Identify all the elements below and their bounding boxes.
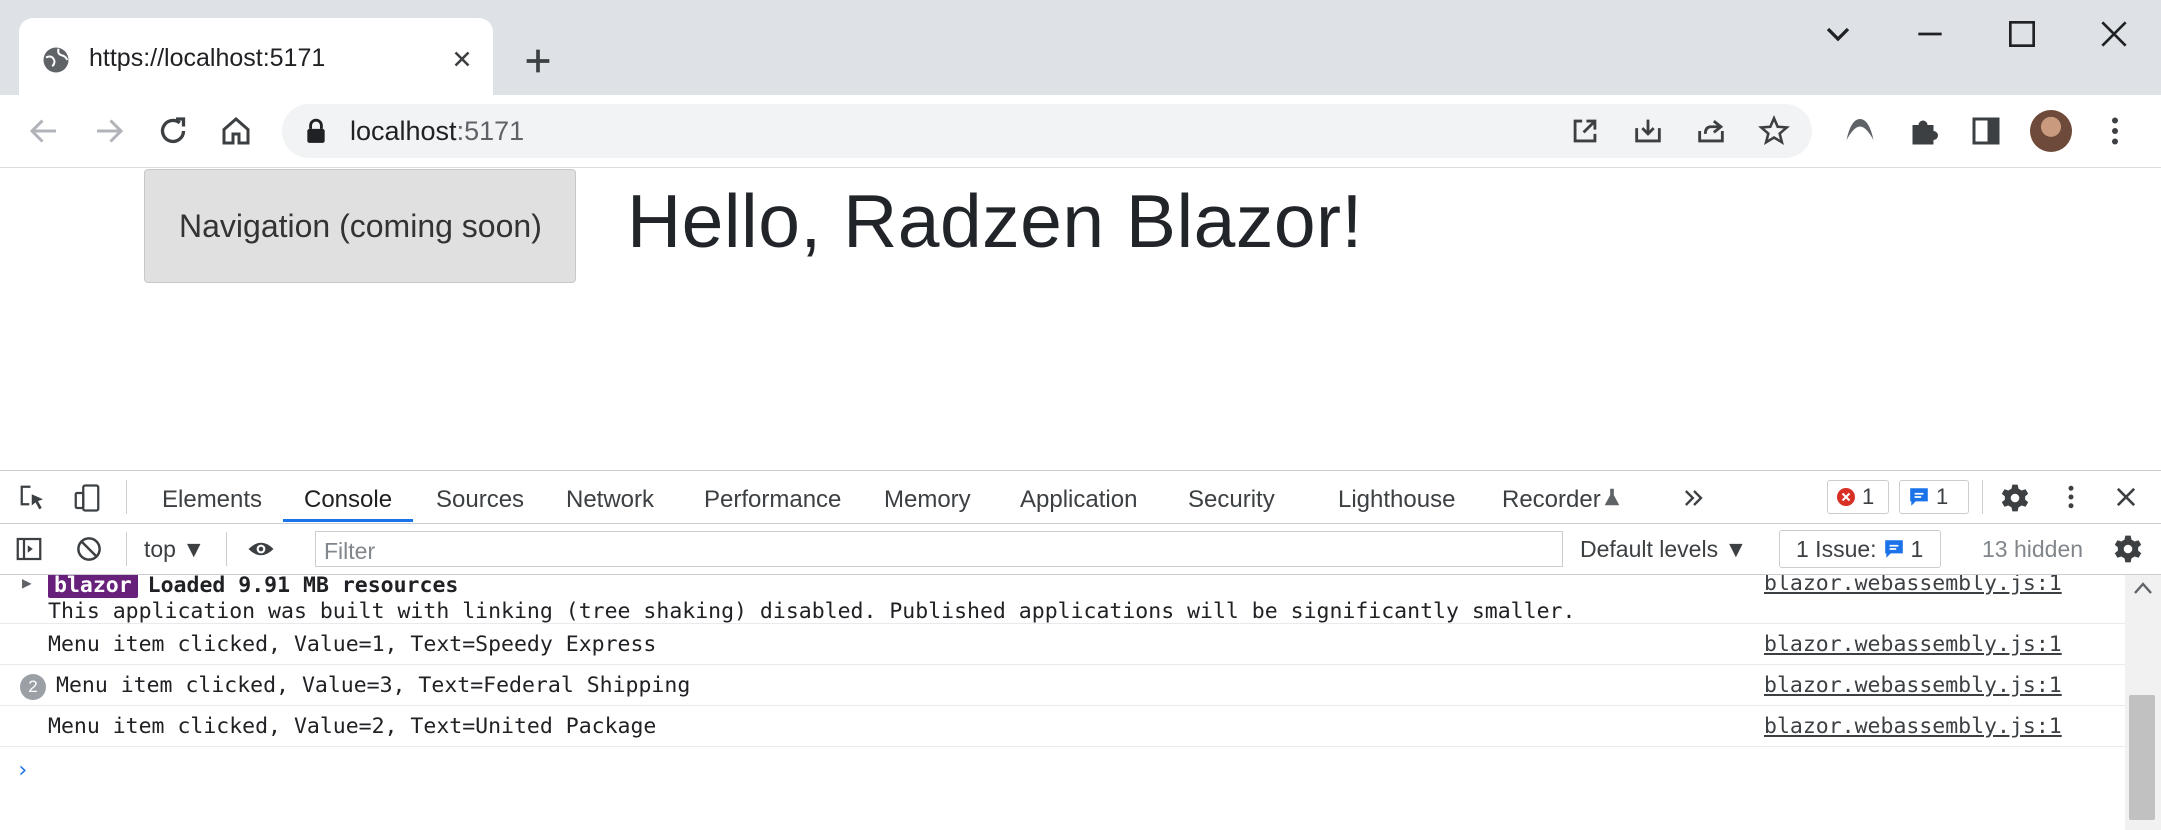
console-message[interactable]: Menu item clicked, Value=1, Text=Speedy … (0, 624, 2125, 665)
tab-sources[interactable]: Sources (436, 486, 524, 514)
scroll-up-arrow-icon[interactable] (2133, 581, 2153, 595)
device-toolbar-icon[interactable] (72, 483, 102, 513)
log-levels-dropdown[interactable]: Default levels ▼ (1580, 536, 1747, 563)
close-window-icon[interactable] (2094, 14, 2134, 54)
extensions-puzzle-icon[interactable] (1905, 113, 1941, 149)
close-tab-icon[interactable] (449, 46, 475, 72)
scrollbar-thumb[interactable] (2129, 695, 2155, 820)
sidebar-toggle-icon[interactable] (14, 534, 44, 564)
console-filter-bar: top ▼ Filter Default levels ▼ 1 Issue: 1… (0, 524, 2161, 575)
experiment-flask-icon (1604, 488, 1620, 506)
dropdown-arrow-icon: ▼ (1724, 536, 1748, 562)
install-app-icon[interactable] (1631, 114, 1665, 148)
reload-icon[interactable] (155, 113, 191, 149)
message-icon (1910, 488, 1928, 506)
console-filter-input[interactable]: Filter (315, 531, 1563, 567)
chrome-menu-icon[interactable] (2097, 113, 2133, 149)
tab-lighthouse[interactable]: Lighthouse (1338, 486, 1455, 514)
home-icon[interactable] (218, 113, 254, 149)
expand-triangle-icon[interactable]: ▶ (22, 575, 32, 592)
repeat-count-badge: 2 (20, 674, 46, 700)
error-icon (1837, 488, 1855, 506)
console-messages: ▶ blazor Loaded 9.91 MB resources This ap… (0, 575, 2125, 830)
console-prompt[interactable]: › (16, 758, 29, 783)
customize-menu-icon[interactable] (2056, 482, 2086, 512)
divider (126, 480, 127, 514)
url-text: localhost:5171 (350, 116, 525, 146)
message-source-link[interactable]: blazor.webassembly.js:1 (1764, 575, 2062, 596)
close-devtools-icon[interactable] (2112, 483, 2140, 511)
tab-network[interactable]: Network (566, 486, 654, 514)
more-tabs-chevron-icon[interactable] (1680, 484, 1708, 512)
navigation-label: Navigation (coming soon) (179, 208, 542, 244)
message-text: Menu item clicked, Value=2, Text=United … (48, 714, 657, 739)
hidden-messages-count: 13 hidden (1982, 536, 2084, 562)
message-text: This application was built with linking … (48, 599, 1576, 624)
back-icon[interactable] (26, 113, 62, 149)
devtools-tabbar: Elements Console Sources Network Perform… (0, 471, 2161, 524)
message-text: Menu item clicked, Value=3, Text=Federal… (56, 673, 691, 698)
issue-message-icon (1884, 540, 1903, 558)
side-panel-icon[interactable] (1968, 113, 2004, 149)
blazor-badge: blazor (48, 575, 138, 598)
divider (126, 532, 127, 566)
settings-gear-icon[interactable] (1999, 482, 2031, 514)
clear-console-icon[interactable] (74, 534, 104, 564)
console-message[interactable]: ▶ blazor Loaded 9.91 MB resources This ap… (0, 575, 2125, 624)
globe-icon (43, 47, 69, 73)
maximize-icon[interactable] (2002, 14, 2042, 54)
tab-recorder[interactable]: Recorder (1502, 486, 1601, 514)
page-content: Navigation (coming soon) Hello, Radzen B… (0, 168, 2161, 470)
console-settings-gear-icon[interactable] (2112, 533, 2144, 565)
forward-icon[interactable] (91, 113, 127, 149)
tab-elements[interactable]: Elements (162, 486, 262, 514)
share-icon[interactable] (1694, 114, 1728, 148)
error-count-badge[interactable]: 1 (1827, 480, 1889, 514)
active-tab-indicator (283, 519, 413, 522)
tab-memory[interactable]: Memory (884, 486, 971, 514)
tab-application[interactable]: Application (1020, 486, 1137, 514)
navigation-placeholder: Navigation (coming soon) (144, 169, 576, 283)
tab-security[interactable]: Security (1188, 486, 1275, 514)
new-tab-icon[interactable] (521, 44, 555, 78)
issues-button[interactable]: 1 Issue: 1 (1779, 530, 1941, 568)
tab-performance[interactable]: Performance (704, 486, 841, 514)
address-bar[interactable]: localhost:5171 (282, 104, 1812, 158)
browser-titlebar: https://localhost:5171 (0, 0, 2161, 96)
tab-console[interactable]: Console (304, 486, 392, 514)
divider (226, 532, 227, 566)
tab-search-icon[interactable] (1818, 14, 1858, 54)
message-source-link[interactable]: blazor.webassembly.js:1 (1764, 714, 2062, 739)
message-text: Loaded 9.91 MB resources (147, 575, 459, 598)
profile-switcher-icon[interactable] (1842, 113, 1878, 149)
tab-title: https://localhost:5171 (89, 44, 326, 72)
message-source-link[interactable]: blazor.webassembly.js:1 (1764, 673, 2062, 698)
devtools-panel: Elements Console Sources Network Perform… (0, 470, 2161, 830)
message-count-badge[interactable]: 1 (1899, 480, 1969, 514)
bookmark-star-icon[interactable] (1757, 114, 1791, 148)
live-expression-eye-icon[interactable] (244, 534, 278, 564)
lock-icon[interactable] (304, 118, 328, 144)
console-message[interactable]: Menu item clicked, Value=2, Text=United … (0, 706, 2125, 747)
message-text: Menu item clicked, Value=1, Text=Speedy … (48, 632, 657, 657)
page-heading: Hello, Radzen Blazor! (627, 179, 1363, 263)
console-scrollbar[interactable] (2125, 575, 2161, 830)
browser-tab[interactable]: https://localhost:5171 (19, 18, 493, 96)
minimize-icon[interactable] (1910, 14, 1950, 54)
console-message[interactable]: 2 Menu item clicked, Value=3, Text=Feder… (0, 665, 2125, 706)
message-source-link[interactable]: blazor.webassembly.js:1 (1764, 632, 2062, 657)
context-selector[interactable]: top ▼ (144, 536, 205, 563)
profile-avatar[interactable] (2030, 110, 2072, 152)
open-in-app-icon[interactable] (1568, 114, 1602, 148)
inspect-element-icon[interactable] (18, 483, 48, 513)
dropdown-arrow-icon: ▼ (182, 536, 206, 562)
divider (1982, 480, 1983, 514)
